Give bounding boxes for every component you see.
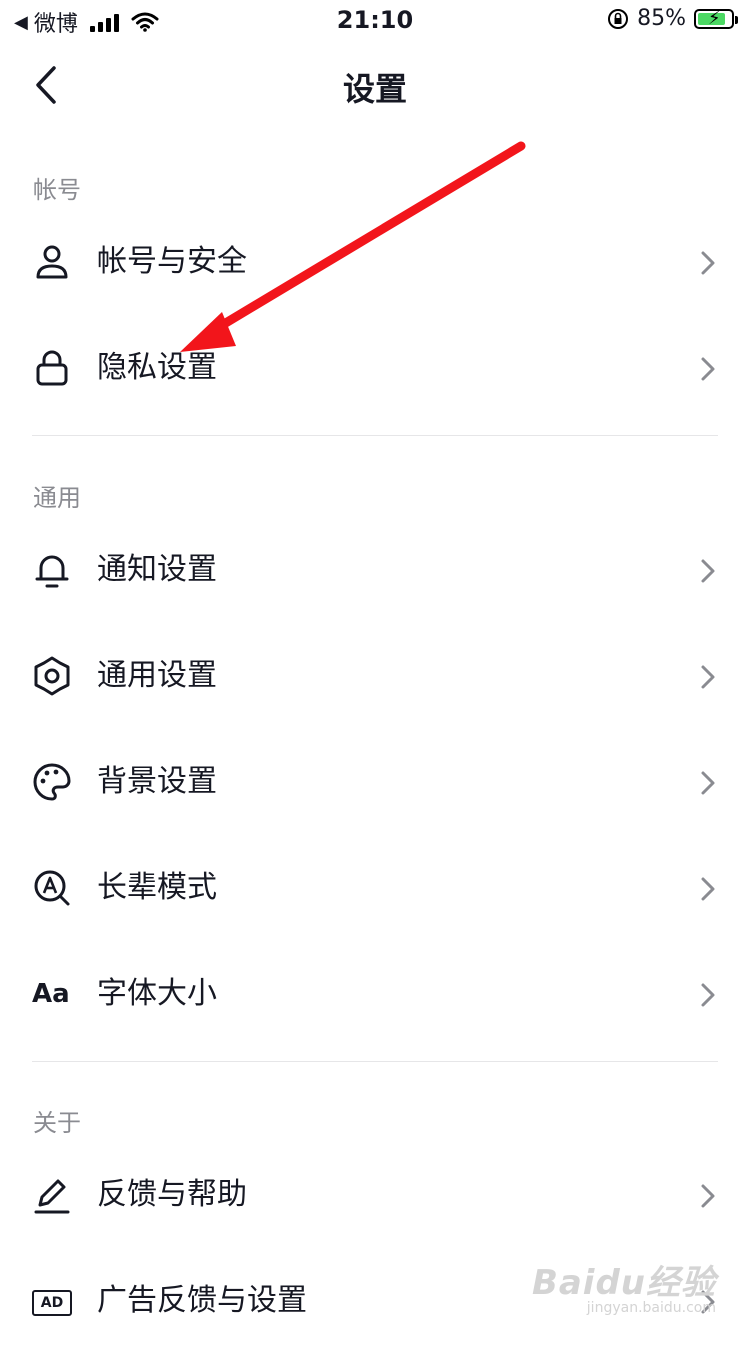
menu-item-label: 通用设置 <box>97 658 217 693</box>
font-size-icon: Aa <box>32 979 70 1009</box>
menu-item-font-size[interactable]: Aa 字体大小 <box>0 941 750 1047</box>
edit-icon <box>34 1179 70 1214</box>
menu-item-label: 广告反馈与设置 <box>97 1283 307 1318</box>
section-header-about: 关于 <box>33 1109 81 1137</box>
section-header-general: 通用 <box>33 484 81 512</box>
menu-item-label: 长辈模式 <box>97 870 217 905</box>
battery-icon: ⚡ <box>694 7 738 29</box>
menu-item-account-security[interactable]: 帐号与安全 <box>0 209 750 315</box>
elder-mode-icon <box>34 870 70 906</box>
menu-item-background[interactable]: 背景设置 <box>0 729 750 835</box>
chevron-right-icon <box>701 559 715 583</box>
menu-item-privacy[interactable]: 隐私设置 <box>0 315 750 421</box>
chevron-right-icon <box>701 983 715 1007</box>
chevron-right-icon <box>701 877 715 901</box>
section-header-account: 帐号 <box>33 176 81 204</box>
section-divider <box>32 1061 718 1062</box>
gear-icon <box>34 656 70 696</box>
menu-item-label: 帐号与安全 <box>97 244 247 279</box>
page-title: 设置 <box>342 70 407 108</box>
chevron-right-icon <box>701 357 715 381</box>
orientation-lock-icon <box>608 8 629 29</box>
status-bar: ◀ 微博 21:10 85% ⚡ <box>0 0 750 40</box>
chevron-right-icon <box>701 1184 715 1208</box>
menu-item-label: 字体大小 <box>97 976 217 1011</box>
menu-item-elder-mode[interactable]: 长辈模式 <box>0 835 750 941</box>
ad-icon: AD <box>32 1290 72 1316</box>
lock-icon <box>36 350 68 386</box>
user-icon <box>36 245 68 279</box>
nav-bar: 设置 <box>0 44 750 126</box>
chevron-right-icon <box>701 665 715 689</box>
watermark: Baidu经验 jingyan.baidu.com <box>532 1255 716 1316</box>
menu-item-general-settings[interactable]: 通用设置 <box>0 623 750 729</box>
menu-item-notifications[interactable]: 通知设置 <box>0 517 750 623</box>
bell-icon <box>35 555 69 588</box>
battery-percent: 85% <box>637 6 686 31</box>
menu-item-label: 隐私设置 <box>97 350 217 385</box>
menu-item-label: 背景设置 <box>97 764 217 799</box>
menu-item-label: 通知设置 <box>97 552 217 587</box>
status-right: 85% ⚡ <box>607 6 738 31</box>
chevron-right-icon <box>701 771 715 795</box>
palette-icon <box>33 763 71 801</box>
chevron-right-icon <box>701 251 715 275</box>
watermark-logo: Baidu经验 <box>531 1263 716 1303</box>
section-divider <box>32 435 718 436</box>
menu-item-feedback-help[interactable]: 反馈与帮助 <box>0 1142 750 1248</box>
menu-item-label: 反馈与帮助 <box>97 1177 247 1212</box>
charging-bolt-icon: ⚡ <box>708 7 721 29</box>
